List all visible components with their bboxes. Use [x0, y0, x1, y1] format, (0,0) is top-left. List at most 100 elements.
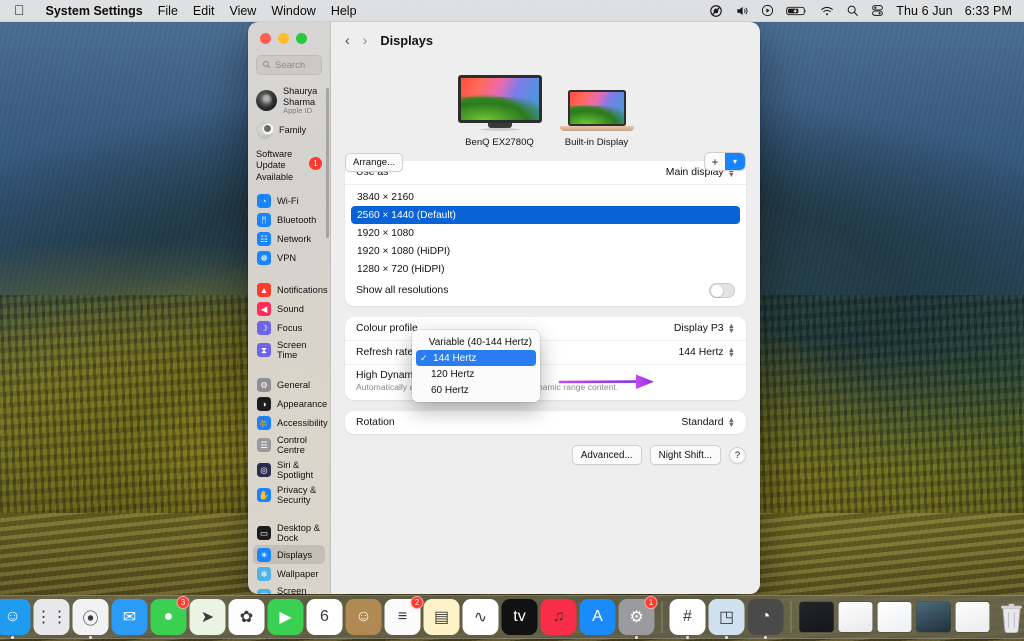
sidebar-scrollbar[interactable]	[326, 88, 329, 238]
sidebar-item-accessibility[interactable]: ⛹Accessibility	[253, 413, 325, 432]
search-icon[interactable]	[846, 4, 859, 17]
sidebar-item-general[interactable]: ⚙General	[253, 375, 325, 394]
dock-item-screenshot-app[interactable]: ◳	[709, 599, 745, 635]
dock-item-contacts[interactable]: ☺	[346, 599, 382, 635]
sidebar-item-focus[interactable]: ☽Focus	[253, 318, 325, 337]
sidebar-item-displays[interactable]: ☀Displays	[253, 545, 325, 564]
dock-item-mail[interactable]: ✉	[112, 599, 148, 635]
account-row[interactable]: Shaurya Sharma Apple ID	[248, 81, 330, 118]
wifi-icon[interactable]	[820, 4, 834, 18]
dock-item-reminders[interactable]: ≡2	[385, 599, 421, 635]
show-all-resolutions-row[interactable]: Show all resolutions	[345, 278, 746, 306]
now-playing-icon[interactable]	[761, 4, 774, 17]
search-field[interactable]	[256, 55, 322, 75]
dock-item-window-code-editor[interactable]	[799, 599, 835, 635]
dock-item-calendar[interactable]: 6	[307, 599, 343, 635]
apple-logo-icon[interactable]: 	[14, 3, 25, 17]
sidebar-item-screen-saver[interactable]: ▣Screen Saver	[253, 583, 325, 594]
dock-item-photos[interactable]: ✿	[229, 599, 265, 635]
resolution-option-2[interactable]: 1920 × 1080	[351, 224, 740, 242]
colour-profile-row[interactable]: Colour profile Display P3 ▲▼	[345, 317, 746, 341]
dock-item-window-spreadsheet[interactable]	[955, 599, 991, 635]
rotation-popup[interactable]: Standard ▲▼	[681, 417, 735, 428]
dock-item-messages[interactable]: ●3	[151, 599, 187, 635]
resolution-option-1[interactable]: 2560 × 1440 (Default)	[351, 206, 740, 224]
sidebar-item-network[interactable]: ☷Network	[253, 229, 325, 248]
menu-edit[interactable]: Edit	[193, 4, 215, 18]
resolution-list[interactable]: 3840 × 21602560 × 1440 (Default)1920 × 1…	[345, 185, 746, 278]
add-display-button[interactable]: +	[705, 153, 725, 170]
dock-item-music[interactable]: ♫	[541, 599, 577, 635]
rotation-row[interactable]: Rotation Standard ▲▼	[345, 411, 746, 434]
add-display-group[interactable]: + ▾	[704, 152, 746, 171]
resolution-option-4[interactable]: 1280 × 720 (HiDPI)	[351, 260, 740, 278]
dock-item-notes[interactable]: ▤	[424, 599, 460, 635]
chevron-right-icon[interactable]: ›	[363, 33, 368, 47]
advanced-button[interactable]: Advanced...	[572, 445, 642, 465]
software-update-row[interactable]: Software Update Available 1	[248, 143, 330, 188]
sidebar-item-screen-time[interactable]: ⧗Screen Time	[253, 337, 325, 362]
sidebar-item-desktop-dock[interactable]: ▭Desktop & Dock	[253, 520, 325, 545]
help-button[interactable]: ?	[729, 447, 746, 464]
chevron-down-icon[interactable]: ▾	[725, 153, 745, 170]
dock-item-safari[interactable]: ⦿	[73, 599, 109, 635]
dock-item-window-document[interactable]	[877, 599, 913, 635]
refresh-rate-dropdown-menu[interactable]: Variable (40-144 Hertz)✓144 Hertz120 Her…	[412, 330, 540, 402]
menu-help[interactable]: Help	[331, 4, 357, 18]
sidebar-item-notifications[interactable]: ▲Notifications	[253, 280, 325, 299]
refresh-option-1[interactable]: ✓144 Hertz	[416, 350, 536, 366]
sidebar-item-vpn[interactable]: ☸VPN	[253, 248, 325, 267]
dock-item-window-media[interactable]	[916, 599, 952, 635]
menu-view[interactable]: View	[229, 4, 256, 18]
refresh-rate-row[interactable]: Refresh rate 144 Hertz ▲▼	[345, 341, 746, 365]
close-button[interactable]	[260, 33, 271, 44]
screen-record-icon[interactable]	[709, 4, 723, 18]
dock-item-system-settings[interactable]: ⚙1	[619, 599, 655, 635]
refresh-option-0[interactable]: Variable (40-144 Hertz)	[412, 334, 540, 350]
sidebar-item-control-centre[interactable]: ☰Control Centre	[253, 432, 325, 457]
show-all-resolutions-toggle[interactable]	[709, 283, 735, 298]
display-thumb-builtin[interactable]: Built-in Display	[560, 90, 634, 148]
dock-item-appletv[interactable]: tv	[502, 599, 538, 635]
arrange-button[interactable]: Arrange...	[345, 153, 403, 172]
chevron-left-icon[interactable]: ‹	[345, 33, 350, 47]
dock-item-freeform[interactable]: ∿	[463, 599, 499, 635]
dock-item-loom[interactable]: ◔	[748, 599, 784, 635]
menubar-date[interactable]: Thu 6 Jun	[896, 4, 953, 18]
dock-item-appstore[interactable]: A	[580, 599, 616, 635]
dock-item-launchpad[interactable]: ⋮⋮	[34, 599, 70, 635]
dock-item-slack[interactable]: #	[670, 599, 706, 635]
dock-item-window-music-doc[interactable]	[838, 599, 874, 635]
sidebar-item-appearance[interactable]: ◑Appearance	[253, 394, 325, 413]
sidebar-item-family[interactable]: Family	[248, 118, 330, 143]
maximise-button[interactable]	[296, 33, 307, 44]
search-input[interactable]	[275, 60, 316, 71]
sidebar-item-siri-spotlight[interactable]: ◎Siri & Spotlight	[253, 457, 325, 482]
dock-item-facetime[interactable]: ▶	[268, 599, 304, 635]
sidebar-item-wallpaper[interactable]: ❄Wallpaper	[253, 564, 325, 583]
sidebar-item-sound[interactable]: ◀Sound	[253, 299, 325, 318]
night-shift-button[interactable]: Night Shift...	[650, 445, 721, 465]
menu-file[interactable]: File	[158, 4, 178, 18]
sidebar-item-bluetooth[interactable]: ᛗBluetooth	[253, 210, 325, 229]
volume-icon[interactable]	[735, 4, 749, 18]
control-centre-icon[interactable]	[871, 4, 884, 17]
dock-item-maps[interactable]: ➤	[190, 599, 226, 635]
colour-profile-popup[interactable]: Display P3 ▲▼	[674, 323, 735, 334]
refresh-option-3[interactable]: 60 Hertz	[412, 382, 540, 398]
dock-item-finder[interactable]: ☺	[0, 599, 31, 635]
refresh-option-2[interactable]: 120 Hertz	[412, 366, 540, 382]
sidebar-item-privacy-security[interactable]: ✋Privacy & Security	[253, 482, 325, 507]
battery-icon[interactable]	[786, 5, 808, 17]
dock-item-trash[interactable]	[994, 599, 1024, 635]
use-as-row[interactable]: Use as Main display ▲▼	[345, 161, 746, 185]
minimise-button[interactable]	[278, 33, 289, 44]
menu-app-name[interactable]: System Settings	[46, 4, 143, 18]
refresh-rate-popup[interactable]: 144 Hertz ▲▼	[679, 347, 736, 358]
menu-window[interactable]: Window	[271, 4, 315, 18]
hdr-row[interactable]: High Dynamic Range Automatically adjust …	[345, 365, 746, 400]
resolution-option-3[interactable]: 1920 × 1080 (HiDPI)	[351, 242, 740, 260]
sidebar-item-wi-fi[interactable]: ◔Wi-Fi	[253, 191, 325, 210]
display-thumb-external[interactable]: BenQ EX2780Q	[458, 75, 542, 148]
menubar-time[interactable]: 6:33 PM	[965, 4, 1012, 18]
